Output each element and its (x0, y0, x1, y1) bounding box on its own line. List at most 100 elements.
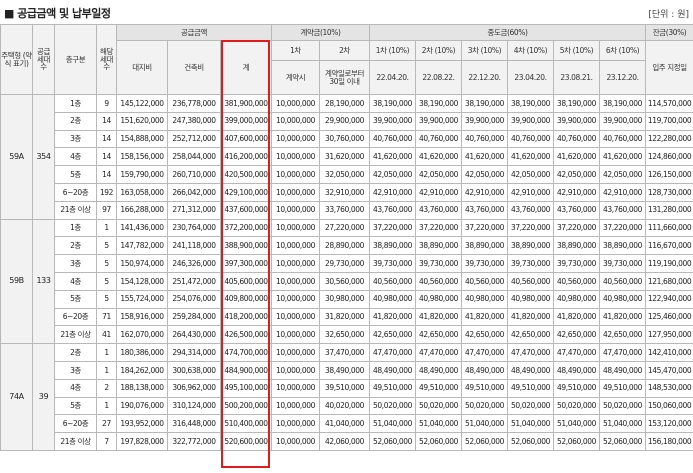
table-row: 3층 14 154,888,000 252,712,000 407,600,000 10,… (1, 129, 693, 149)
units-cell: 192 (96, 182, 117, 202)
supply-count-cell: 39 (32, 343, 55, 451)
amount-cell: 142,410,000 (645, 343, 693, 362)
amount-cell: 10,000,000 (271, 414, 320, 434)
amount-cell: 111,660,000 (645, 218, 693, 238)
amount-cell: 10,000,000 (271, 325, 320, 345)
amount-cell: 10,000,000 (271, 182, 320, 202)
amount-cell: 49,510,000 (507, 378, 554, 398)
floor-cell: 21층 이상 (54, 325, 97, 345)
amount-cell: 10,000,000 (271, 289, 320, 309)
amount-cell: 126,150,000 (645, 165, 693, 184)
amount-cell: 42,650,000 (507, 325, 554, 345)
amount-cell: 42,910,000 (553, 182, 600, 202)
type-cell: 59A (0, 94, 33, 220)
amount-cell: 39,900,000 (507, 111, 554, 131)
amount-cell: 10,000,000 (271, 254, 320, 273)
amount-cell: 193,952,000 (116, 414, 168, 434)
amount-cell: 39,730,000 (461, 254, 508, 273)
type-cell: 74A (0, 343, 33, 451)
supply-count-cell: 133 (32, 218, 55, 345)
amount-cell: 42,060,000 (319, 432, 370, 451)
table-row: 21층 이상 7 197,828,000 322,772,000 520,600,000… (1, 432, 693, 451)
header-mid-5: 5차 (10%) (553, 40, 600, 61)
amount-cell: 254,076,000 (167, 289, 221, 309)
amount-cell: 510,400,000 (220, 414, 272, 434)
amount-cell: 294,314,000 (167, 343, 221, 362)
amount-cell: 10,000,000 (271, 378, 320, 398)
amount-cell: 38,190,000 (598, 94, 647, 113)
units-cell: 7 (96, 432, 117, 451)
amount-cell: 159,790,000 (116, 165, 168, 184)
amount-cell: 52,060,000 (598, 432, 647, 451)
amount-cell: 38,890,000 (415, 236, 462, 256)
amount-cell: 43,760,000 (461, 200, 508, 220)
amount-cell: 40,560,000 (553, 271, 600, 291)
amount-cell: 122,940,000 (645, 289, 693, 309)
header-mid-date-3: 22.12.20. (461, 60, 508, 95)
amount-cell: 148,530,000 (645, 378, 693, 398)
header-balance-group: 잔금(30%) (645, 24, 693, 41)
amount-cell: 38,890,000 (598, 236, 647, 256)
amount-cell: 42,910,000 (369, 182, 416, 202)
units-cell: 5 (96, 236, 117, 256)
amount-cell: 409,800,000 (220, 289, 272, 309)
amount-cell: 259,284,000 (167, 307, 221, 327)
amount-cell: 40,760,000 (415, 129, 462, 149)
units-cell: 41 (96, 325, 117, 345)
amount-cell: 30,980,000 (319, 289, 370, 309)
amount-cell: 29,730,000 (319, 254, 370, 273)
amount-cell: 10,000,000 (271, 307, 320, 327)
amount-cell: 40,980,000 (507, 289, 554, 309)
amount-cell: 38,890,000 (461, 236, 508, 256)
amount-cell: 246,326,000 (167, 254, 221, 273)
amount-cell: 10,000,000 (271, 165, 320, 184)
amount-cell: 42,650,000 (415, 325, 462, 345)
amount-cell: 50,020,000 (507, 396, 554, 416)
floor-cell: 21층 이상 (54, 200, 97, 220)
amount-cell: 42,910,000 (598, 182, 647, 202)
table-row: 6~20층 192 163,058,000 266,042,000 429,100,00… (1, 182, 693, 202)
floor-cell: 2층 (54, 111, 97, 131)
amount-cell: 128,730,000 (645, 182, 693, 202)
amount-cell: 38,890,000 (553, 236, 600, 256)
floor-cell: 4층 (54, 147, 97, 167)
amount-cell: 40,980,000 (461, 289, 508, 309)
amount-cell: 188,138,000 (116, 378, 168, 398)
header-dep2-when: 계약일로부터 30일 이내 (319, 60, 370, 95)
units-cell: 27 (96, 414, 117, 434)
header-total: 계 (220, 40, 272, 95)
header-balance-when: 입주 지정일 (645, 40, 693, 95)
amount-cell: 39,900,000 (461, 111, 508, 131)
amount-cell: 42,050,000 (369, 165, 416, 184)
amount-cell: 51,040,000 (553, 414, 600, 434)
amount-cell: 316,448,000 (167, 414, 221, 434)
header-dep1: 1차 (271, 40, 320, 61)
floor-cell: 4층 (54, 271, 97, 291)
units-cell: 1 (96, 218, 117, 238)
amount-cell: 121,680,000 (645, 271, 693, 291)
amount-cell: 41,820,000 (461, 307, 508, 327)
header-units: 해당 세대 수 (96, 24, 117, 95)
amount-cell: 40,560,000 (369, 271, 416, 291)
amount-cell: 41,820,000 (507, 307, 554, 327)
table-row: 3층 1 184,262,000 300,638,000 484,900,000 10,0… (1, 360, 693, 380)
amount-cell: 42,910,000 (415, 182, 462, 202)
amount-cell: 48,490,000 (461, 360, 508, 380)
units-cell: 14 (96, 111, 117, 131)
amount-cell: 49,510,000 (415, 378, 462, 398)
amount-cell: 10,000,000 (271, 147, 320, 167)
amount-cell: 48,490,000 (553, 360, 600, 380)
amount-cell: 40,760,000 (598, 129, 647, 149)
table-row: 59B 133 1층 1 141,436,000 230,764,000 372,200,0… (0, 218, 693, 345)
amount-cell: 41,620,000 (461, 147, 508, 167)
amount-cell: 42,050,000 (507, 165, 554, 184)
amount-cell: 28,890,000 (319, 236, 370, 256)
amount-cell: 50,020,000 (461, 396, 508, 416)
header-mid-2: 2차 (10%) (415, 40, 462, 61)
floor-cell: 2층 (54, 343, 97, 362)
amount-cell: 38,190,000 (507, 94, 554, 113)
amount-cell: 39,900,000 (598, 111, 647, 131)
amount-cell: 39,900,000 (369, 111, 416, 131)
amount-cell: 48,490,000 (598, 360, 647, 380)
amount-cell: 10,000,000 (271, 111, 320, 131)
